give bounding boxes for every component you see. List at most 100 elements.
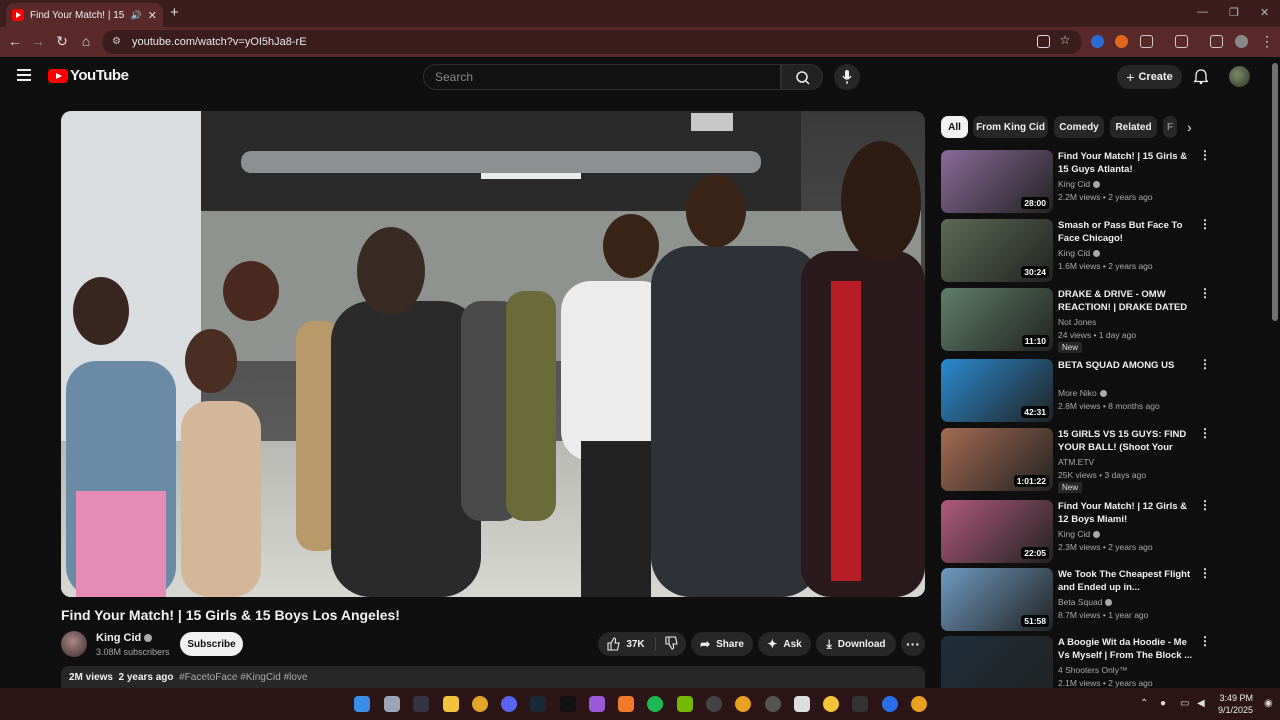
side-panel-icon[interactable] <box>1175 35 1188 48</box>
browser-tab[interactable]: Find Your Match! | 15 Girls 🔊 ✕ <box>6 3 163 27</box>
recommendation-thumbnail[interactable]: 11:10 <box>941 288 1053 351</box>
more-vertical-icon[interactable]: ⋮ <box>1199 149 1211 161</box>
tray-overflow-icon[interactable]: ⌃ <box>1140 698 1148 709</box>
recommendation-title[interactable]: Smash or Pass But Face To Face Chicago! <box>1058 219 1198 245</box>
close-window-icon[interactable]: ✕ <box>1260 6 1269 19</box>
recommendation-channel[interactable]: ATM.ETV <box>1058 457 1094 467</box>
recommendation-item[interactable]: 51:58 We Took The Cheapest Flight and En… <box>941 567 1213 632</box>
recommendation-item[interactable]: 22:05 Find Your Match! | 12 Girls & 12 B… <box>941 499 1213 564</box>
download-button[interactable]: ⤓ Download <box>816 632 896 656</box>
recommendation-thumbnail[interactable]: 42:31 <box>941 359 1053 422</box>
new-tab-button[interactable]: + <box>170 4 179 21</box>
dislike-button[interactable] <box>656 635 678 653</box>
more-vertical-icon[interactable]: ⋮ <box>1199 427 1211 439</box>
recommendation-thumbnail[interactable]: 30:24 <box>941 219 1053 282</box>
taskbar-clock[interactable]: 3:49 PM 9/1/2025 <box>1213 692 1253 716</box>
recommendation-title[interactable]: BETA SQUAD AMONG US <box>1058 359 1198 372</box>
extension-blue-icon[interactable] <box>1091 35 1104 48</box>
bookmark-star-icon[interactable]: ☆ <box>1056 33 1074 47</box>
chip-related[interactable]: Related <box>1110 116 1157 138</box>
hamburger-menu-icon[interactable] <box>17 69 31 81</box>
channel-avatar[interactable] <box>61 631 87 657</box>
chips-next-chevron-icon[interactable]: › <box>1187 119 1192 135</box>
location-icon[interactable]: ● <box>1160 698 1166 709</box>
app-yellow-icon[interactable] <box>823 696 839 712</box>
start-windows-icon[interactable] <box>354 696 370 712</box>
subscribe-button[interactable]: Subscribe <box>180 632 243 656</box>
recommendation-thumbnail[interactable]: 1:01:22 <box>941 428 1053 491</box>
more-vertical-icon[interactable]: ⋮ <box>1199 567 1211 579</box>
profile-avatar-icon[interactable] <box>1235 35 1248 48</box>
nvidia-icon[interactable] <box>677 696 693 712</box>
recommendation-channel[interactable]: King Cid <box>1058 529 1101 539</box>
extension-orange-icon[interactable] <box>1115 35 1128 48</box>
recommendation-item[interactable]: 30:24 Smash or Pass But Face To Face Chi… <box>941 218 1213 283</box>
ask-button[interactable]: ✦ Ask <box>758 632 811 656</box>
create-button[interactable]: + Create <box>1117 65 1182 89</box>
browser-menu-icon[interactable]: ⋮ <box>1258 33 1276 50</box>
site-info-icon[interactable]: ⚙ <box>112 36 124 48</box>
reading-list-icon[interactable] <box>1210 35 1223 48</box>
steam-icon[interactable] <box>530 696 546 712</box>
page-scrollbar[interactable] <box>1270 57 1280 688</box>
chip-from-king-cid[interactable]: From King Cid <box>973 116 1048 138</box>
recommendation-title[interactable]: We Took The Cheapest Flight and Ended up… <box>1058 568 1198 594</box>
app-dark-icon[interactable] <box>560 696 576 712</box>
terminal-icon[interactable] <box>413 696 429 712</box>
recommendation-item[interactable]: 1:01:22 15 GIRLS VS 15 GUYS: FIND YOUR B… <box>941 427 1213 493</box>
app-blue-icon[interactable] <box>882 696 898 712</box>
discord-icon[interactable] <box>501 696 517 712</box>
address-bar[interactable]: ⚙ youtube.com/watch?v=yOI5hJa8-rE <box>102 30 1082 54</box>
recommendation-thumbnail[interactable]: 28:00 <box>941 150 1053 213</box>
recommendation-channel[interactable]: More Niko <box>1058 388 1107 398</box>
minimize-icon[interactable]: — <box>1197 6 1208 18</box>
search-button[interactable] <box>781 64 823 90</box>
chrome-icon[interactable] <box>472 696 488 712</box>
recommendation-title[interactable]: 15 GIRLS VS 15 GUYS: FIND YOUR BALL! (Sh… <box>1058 428 1198 454</box>
recommendation-channel[interactable]: King Cid <box>1058 179 1101 189</box>
description-box[interactable]: 2M views 2 years ago #FacetoFace #KingCi… <box>61 666 925 690</box>
notifications-bell-icon[interactable] <box>1194 69 1208 84</box>
recommendation-channel[interactable]: King Cid <box>1058 248 1101 258</box>
spotify-icon[interactable] <box>647 696 663 712</box>
share-button[interactable]: ➦ Share <box>691 632 753 656</box>
recommendation-title[interactable]: Find Your Match! | 15 Girls & 15 Guys At… <box>1058 150 1198 176</box>
chrome-2-icon[interactable] <box>911 696 927 712</box>
extensions-puzzle-icon[interactable] <box>1140 35 1153 48</box>
recommendation-channel[interactable]: Beta Squad <box>1058 597 1113 607</box>
recommendation-thumbnail[interactable]: 22:05 <box>941 500 1053 563</box>
home-icon[interactable]: ⌂ <box>77 33 95 49</box>
app-keyboard-icon[interactable] <box>852 696 868 712</box>
recommendation-title[interactable]: DRAKE & DRIVE - OMW REACTION! | DRAKE DA… <box>1058 288 1198 314</box>
app-gray-icon[interactable] <box>765 696 781 712</box>
youtube-logo[interactable]: YouTube <box>48 67 129 84</box>
scrollbar-thumb[interactable] <box>1272 63 1278 321</box>
app-iv-icon[interactable] <box>794 696 810 712</box>
volume-icon[interactable]: ◀ <box>1197 698 1205 709</box>
restore-icon[interactable]: ❐ <box>1229 6 1239 19</box>
voice-search-button[interactable] <box>834 64 860 90</box>
close-tab-icon[interactable]: ✕ <box>148 9 157 22</box>
recommendation-item[interactable]: 11:10 DRAKE & DRIVE - OMW REACTION! | DR… <box>941 287 1213 353</box>
recommendation-channel[interactable]: Not Jones <box>1058 317 1096 327</box>
widgets-icon[interactable] <box>384 696 400 712</box>
more-actions-button[interactable]: ··· <box>901 632 925 656</box>
more-vertical-icon[interactable]: ⋮ <box>1199 287 1211 299</box>
chip-all[interactable]: All <box>941 116 968 138</box>
search-input[interactable]: Search <box>423 64 781 90</box>
account-avatar[interactable] <box>1229 66 1250 87</box>
recommendation-title[interactable]: Find Your Match! | 12 Girls & 12 Boys Mi… <box>1058 500 1198 526</box>
forward-icon[interactable]: → <box>29 33 47 49</box>
recommendation-title[interactable]: A Boogie Wit da Hoodie - Me Vs Myself | … <box>1058 636 1198 662</box>
back-icon[interactable]: ← <box>6 33 24 49</box>
more-vertical-icon[interactable]: ⋮ <box>1199 635 1211 647</box>
channel-name[interactable]: King Cid <box>96 632 153 644</box>
cast-icon[interactable] <box>1037 35 1050 48</box>
more-vertical-icon[interactable]: ⋮ <box>1199 218 1211 230</box>
notification-center-icon[interactable]: ◉ <box>1264 698 1273 709</box>
reload-icon[interactable]: ↻ <box>53 33 71 50</box>
video-player[interactable] <box>61 111 925 597</box>
recommendation-channel[interactable]: 4 Shooters Only™ <box>1058 665 1127 675</box>
chrome-profile-icon[interactable] <box>735 696 751 712</box>
like-button[interactable]: 37K <box>606 637 656 651</box>
